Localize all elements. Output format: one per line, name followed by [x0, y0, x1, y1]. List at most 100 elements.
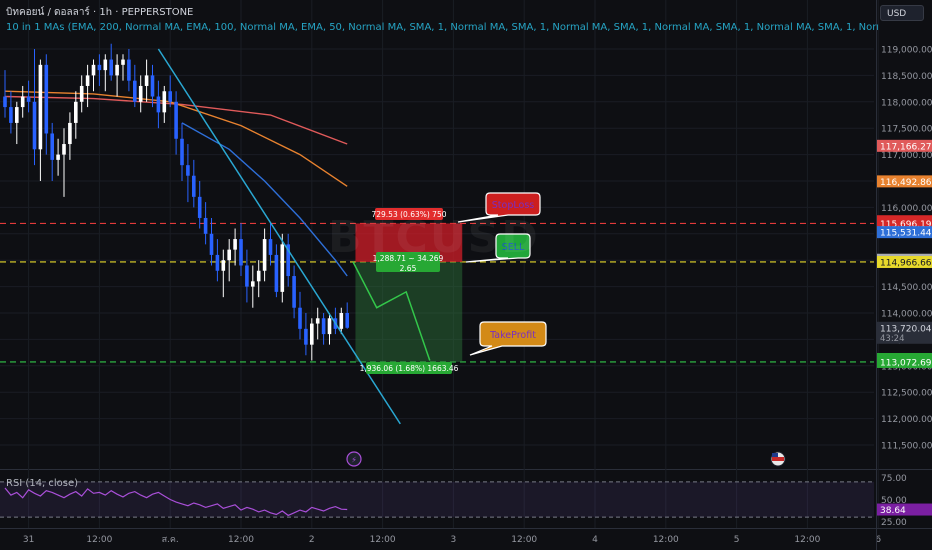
entry-label: 2.65 [400, 264, 417, 273]
candle-body [56, 154, 60, 160]
price-axis-label: 116,492.86 [880, 178, 932, 188]
candle-body [233, 239, 237, 250]
candle-body [345, 313, 349, 328]
candle-body [280, 244, 285, 292]
candle-body [150, 75, 155, 97]
rsi-tick-label: 25.00 [881, 518, 907, 528]
y-tick-label: 117,000.00 [881, 151, 932, 161]
price-axis-label: 113,720.04 [880, 324, 932, 334]
candle-body [133, 80, 137, 102]
candle-body [15, 107, 19, 123]
trading-chart[interactable]: 119,000.00 118,500.00 118,000.00 117,500.00… [0, 0, 932, 550]
candle-body [262, 239, 267, 271]
price-axis-label: 117,166.27 [880, 142, 932, 152]
candle-body [168, 91, 172, 102]
y-tick-label: 116,000.00 [881, 204, 932, 214]
candle-body [85, 75, 90, 86]
candle-body [162, 91, 167, 113]
us-flag-canton [772, 453, 778, 457]
price-axis-label: 113,072.69 [880, 358, 932, 368]
x-tick-label: 12:00 [370, 535, 396, 545]
candle-body [239, 239, 243, 266]
profit-zone[interactable] [355, 261, 463, 362]
candle-body [138, 85, 143, 102]
candle-body [68, 122, 72, 145]
candle-body [115, 64, 119, 76]
candle-body [315, 318, 320, 324]
rsi-tick-label: 75.00 [881, 474, 907, 484]
x-tick-label: ส.ค. [162, 535, 179, 545]
candle-body [174, 101, 178, 139]
candle-body [38, 64, 43, 150]
candle-body [109, 59, 113, 76]
candle-body [127, 59, 131, 81]
target-label: 1,936.06 (1.68%) 1663.46 [360, 364, 459, 373]
candle-body [50, 133, 54, 160]
lightning-glyph: ⚡ [351, 456, 357, 465]
candle-body [251, 281, 255, 287]
candle-body [3, 96, 7, 108]
x-tick-label: 12:00 [228, 535, 254, 545]
x-tick-label: 31 [23, 535, 34, 545]
takeprofit-callout-text: TakeProfit [489, 330, 536, 341]
candle-body [20, 96, 25, 108]
candle-body [103, 59, 108, 71]
y-tick-label: 114,500.00 [881, 283, 932, 293]
symbol-title[interactable]: บิทคอยน์ / ดอลลาร์ · 1h · PEPPERSTONE [6, 5, 193, 20]
candle-body [121, 59, 125, 65]
candle-body [144, 75, 149, 86]
candle-body [32, 101, 37, 150]
candle-body [79, 85, 84, 102]
rsi-legend[interactable]: RSI (14, close) [6, 478, 78, 489]
x-tick-label: 2 [309, 535, 315, 545]
x-tick-label: 3 [451, 535, 457, 545]
candle-body [203, 217, 208, 234]
candle-body [197, 196, 202, 218]
candle-body [274, 254, 279, 292]
candle-body [44, 64, 49, 134]
candle-body [91, 64, 96, 76]
candle-body [62, 144, 66, 155]
y-tick-label: 112,000.00 [881, 415, 932, 425]
candle-body [268, 239, 273, 255]
currency-button[interactable]: USD [880, 5, 924, 21]
candle-body [186, 165, 190, 176]
x-tick-label: 5 [734, 535, 740, 545]
symbol-watermark: BTCUSD [328, 212, 540, 263]
candle-body [227, 249, 231, 261]
rsi-current-value: 38.64 [880, 506, 906, 516]
candle-body [292, 276, 296, 308]
candle-body [339, 313, 344, 329]
y-tick-label: 118,500.00 [881, 72, 932, 82]
y-tick-label: 111,500.00 [881, 442, 932, 452]
candle-body [9, 107, 13, 123]
y-tick-label: 119,000.00 [881, 46, 932, 56]
candle-body [209, 233, 214, 255]
y-tick-label: 112,500.00 [881, 389, 932, 399]
chart-background [0, 0, 932, 550]
x-tick-label: 12:00 [86, 535, 112, 545]
rsi-band [0, 481, 874, 518]
candle-body [26, 96, 31, 102]
candle-body [298, 307, 302, 329]
candle-body [304, 328, 308, 345]
countdown-label: 43:24 [880, 334, 905, 344]
x-tick-label: 12:00 [511, 535, 537, 545]
candle-body [192, 175, 196, 197]
x-tick-label: 4 [592, 535, 598, 545]
candle-body [310, 323, 314, 345]
candle-body [321, 318, 326, 335]
candle-body [256, 270, 261, 282]
y-tick-label: 114,000.00 [881, 310, 932, 320]
candle-body [327, 318, 332, 335]
price-axis-label: 115,531.44 [880, 229, 932, 239]
us-flag-stripe [772, 457, 784, 461]
price-axis-label: 114,966.66 [880, 258, 932, 268]
indicator-legend[interactable]: 10 in 1 MAs (EMA, 200, Normal MA, EMA, 1… [6, 22, 878, 33]
candle-body [215, 254, 220, 271]
candle-body [97, 64, 102, 71]
x-tick-label: 12:00 [653, 535, 679, 545]
y-tick-label: 117,500.00 [881, 125, 932, 135]
candle-body [156, 96, 161, 113]
stoploss-callout-text: StopLoss [492, 200, 534, 211]
